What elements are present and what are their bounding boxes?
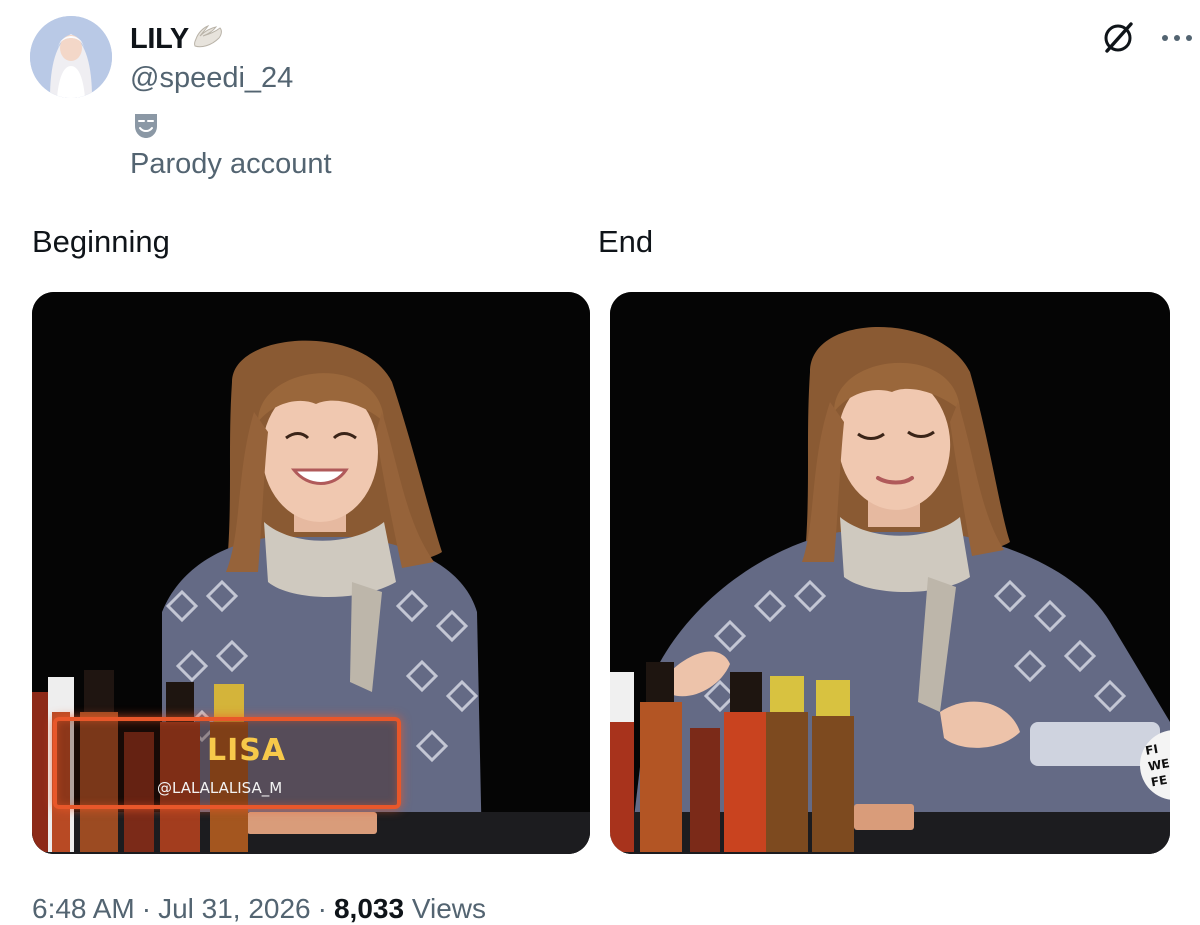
display-name-row: LILY	[130, 20, 225, 58]
more-horizontal-icon	[1162, 35, 1192, 41]
caption-end: End	[598, 224, 654, 259]
caption-beginning: Beginning	[32, 224, 170, 259]
media-image-beginning[interactable]: LISA @LALALALISA_M	[32, 292, 590, 854]
wing-emoji-icon	[191, 22, 225, 56]
display-name[interactable]: LILY	[130, 23, 189, 56]
end-photo	[610, 292, 1170, 854]
post-date[interactable]: Jul 31, 2026	[158, 893, 311, 924]
more-options-button[interactable]	[1158, 20, 1196, 56]
author-handle[interactable]: @speedi_24	[130, 62, 293, 95]
post-metadata: 6:48 AM · Jul 31, 2026 · 8,033 Views	[32, 893, 486, 925]
lower-third-name: LISA	[207, 733, 287, 768]
meta-separator: ·	[141, 893, 152, 924]
account-label: Parody account	[130, 148, 332, 180]
avatar-image	[30, 16, 112, 98]
author-avatar[interactable]	[30, 16, 112, 98]
lower-third-handle: @LALALALISA_M	[157, 779, 283, 797]
views-label: Views	[411, 893, 487, 924]
meta-separator: ·	[317, 893, 327, 924]
name-lower-third: LISA @LALALALISA_M	[53, 717, 401, 809]
theater-masks-icon	[132, 110, 160, 140]
media-image-end[interactable]: FI WE FE	[610, 292, 1170, 854]
grok-icon[interactable]	[1098, 18, 1138, 58]
post-time[interactable]: 6:48 AM	[32, 893, 135, 924]
views-count: 8,033	[333, 893, 405, 924]
